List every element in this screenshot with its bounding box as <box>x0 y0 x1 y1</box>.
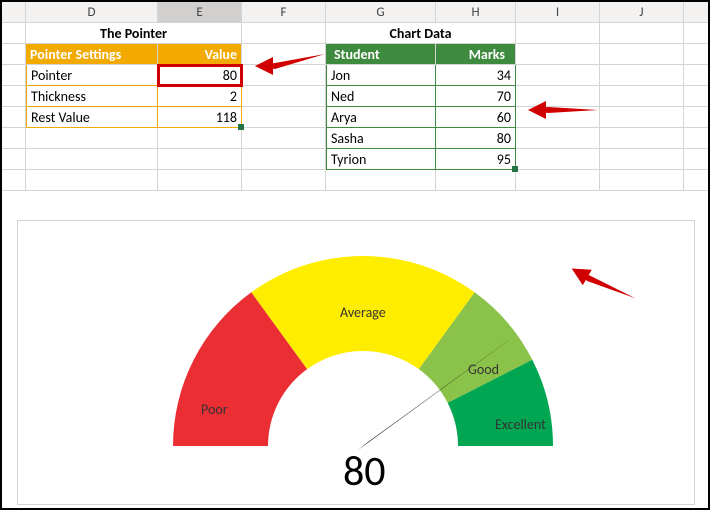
cell[interactable] <box>242 86 326 107</box>
cell[interactable] <box>2 65 26 86</box>
cell-marks-0[interactable]: 34 <box>436 65 516 86</box>
cell[interactable] <box>684 149 710 170</box>
cell-pointer-value-1[interactable]: 2 <box>158 86 242 107</box>
cell[interactable] <box>516 23 600 44</box>
gauge-chart[interactable]: Poor Average Good Excellent 80 <box>17 220 695 505</box>
cell[interactable] <box>2 128 26 149</box>
col-header-k[interactable]: K <box>684 2 710 23</box>
cell[interactable] <box>600 107 684 128</box>
cell[interactable] <box>684 107 710 128</box>
cell[interactable] <box>684 65 710 86</box>
chartdata-header-marks: Marks <box>436 44 516 65</box>
cell[interactable] <box>684 128 710 149</box>
pointer-header-value: Value <box>158 44 242 65</box>
label-poor: Poor <box>201 401 228 418</box>
label-good: Good <box>468 361 499 378</box>
cell[interactable] <box>2 149 26 170</box>
cell[interactable] <box>26 149 158 170</box>
cell[interactable] <box>242 23 326 44</box>
cell[interactable] <box>684 170 710 191</box>
cell-pointer-value-0[interactable]: 80 <box>158 65 242 86</box>
cell[interactable] <box>684 23 710 44</box>
cell-student-3[interactable]: Sasha <box>326 128 436 149</box>
app-window: D E F G H I J K The Pointer Chart Data P… <box>0 0 710 510</box>
gauge-value: 80 <box>343 446 386 497</box>
cell[interactable] <box>26 170 158 191</box>
cell[interactable] <box>242 128 326 149</box>
col-header-g[interactable]: G <box>326 2 436 23</box>
cell[interactable] <box>516 170 600 191</box>
label-average: Average <box>340 304 386 321</box>
cell[interactable] <box>600 23 684 44</box>
cell[interactable] <box>242 149 326 170</box>
col-header-j[interactable]: J <box>600 2 684 23</box>
col-header-h[interactable]: H <box>436 2 516 23</box>
arrow-icon <box>255 54 325 78</box>
col-header-corner[interactable] <box>2 2 26 23</box>
cell[interactable] <box>158 170 242 191</box>
cell[interactable] <box>600 170 684 191</box>
cell-student-2[interactable]: Arya <box>326 107 436 128</box>
cell[interactable] <box>2 107 26 128</box>
cell[interactable] <box>516 65 600 86</box>
cell[interactable] <box>516 149 600 170</box>
cell[interactable] <box>326 170 436 191</box>
col-header-i[interactable]: I <box>516 2 600 23</box>
col-header-d[interactable]: D <box>26 2 158 23</box>
chartdata-table-title: Chart Data <box>326 23 516 44</box>
spreadsheet-grid[interactable]: D E F G H I J K The Pointer Chart Data P… <box>2 2 708 191</box>
cell[interactable] <box>600 65 684 86</box>
cell-pointer-label-2[interactable]: Rest Value <box>26 107 158 128</box>
chartdata-header-student: Student <box>326 44 436 65</box>
cell-pointer-label-0[interactable]: Pointer <box>26 65 158 86</box>
cell[interactable] <box>26 128 158 149</box>
cell-pointer-label-1[interactable]: Thickness <box>26 86 158 107</box>
cell-marks-1[interactable]: 70 <box>436 86 516 107</box>
cell[interactable] <box>600 128 684 149</box>
col-header-f[interactable]: F <box>242 2 326 23</box>
cell[interactable] <box>158 149 242 170</box>
cell[interactable] <box>684 86 710 107</box>
cell[interactable] <box>2 170 26 191</box>
cell[interactable] <box>242 107 326 128</box>
cell[interactable] <box>436 170 516 191</box>
gauge-graphic <box>163 246 563 476</box>
cell[interactable] <box>684 44 710 65</box>
cell[interactable] <box>600 149 684 170</box>
label-excellent: Excellent <box>495 416 546 433</box>
cell-marks-2[interactable]: 60 <box>436 107 516 128</box>
cell[interactable] <box>516 128 600 149</box>
cell-student-4[interactable]: Tyrion <box>326 149 436 170</box>
cell[interactable] <box>2 23 26 44</box>
cell-student-1[interactable]: Ned <box>326 86 436 107</box>
cell[interactable] <box>2 44 26 65</box>
cell[interactable] <box>600 86 684 107</box>
pointer-header-settings: Pointer Settings <box>26 44 158 65</box>
cell[interactable] <box>242 170 326 191</box>
cell[interactable] <box>516 44 600 65</box>
cell-marks-4[interactable]: 95 <box>436 149 516 170</box>
cell[interactable] <box>2 86 26 107</box>
cell[interactable] <box>600 44 684 65</box>
cell-marks-3[interactable]: 80 <box>436 128 516 149</box>
cell-student-0[interactable]: Jon <box>326 65 436 86</box>
arrow-icon <box>528 98 598 122</box>
cell-pointer-value-2[interactable]: 118 <box>158 107 242 128</box>
cell[interactable] <box>158 128 242 149</box>
col-header-e[interactable]: E <box>158 2 242 23</box>
pointer-table-title: The Pointer <box>26 23 242 44</box>
